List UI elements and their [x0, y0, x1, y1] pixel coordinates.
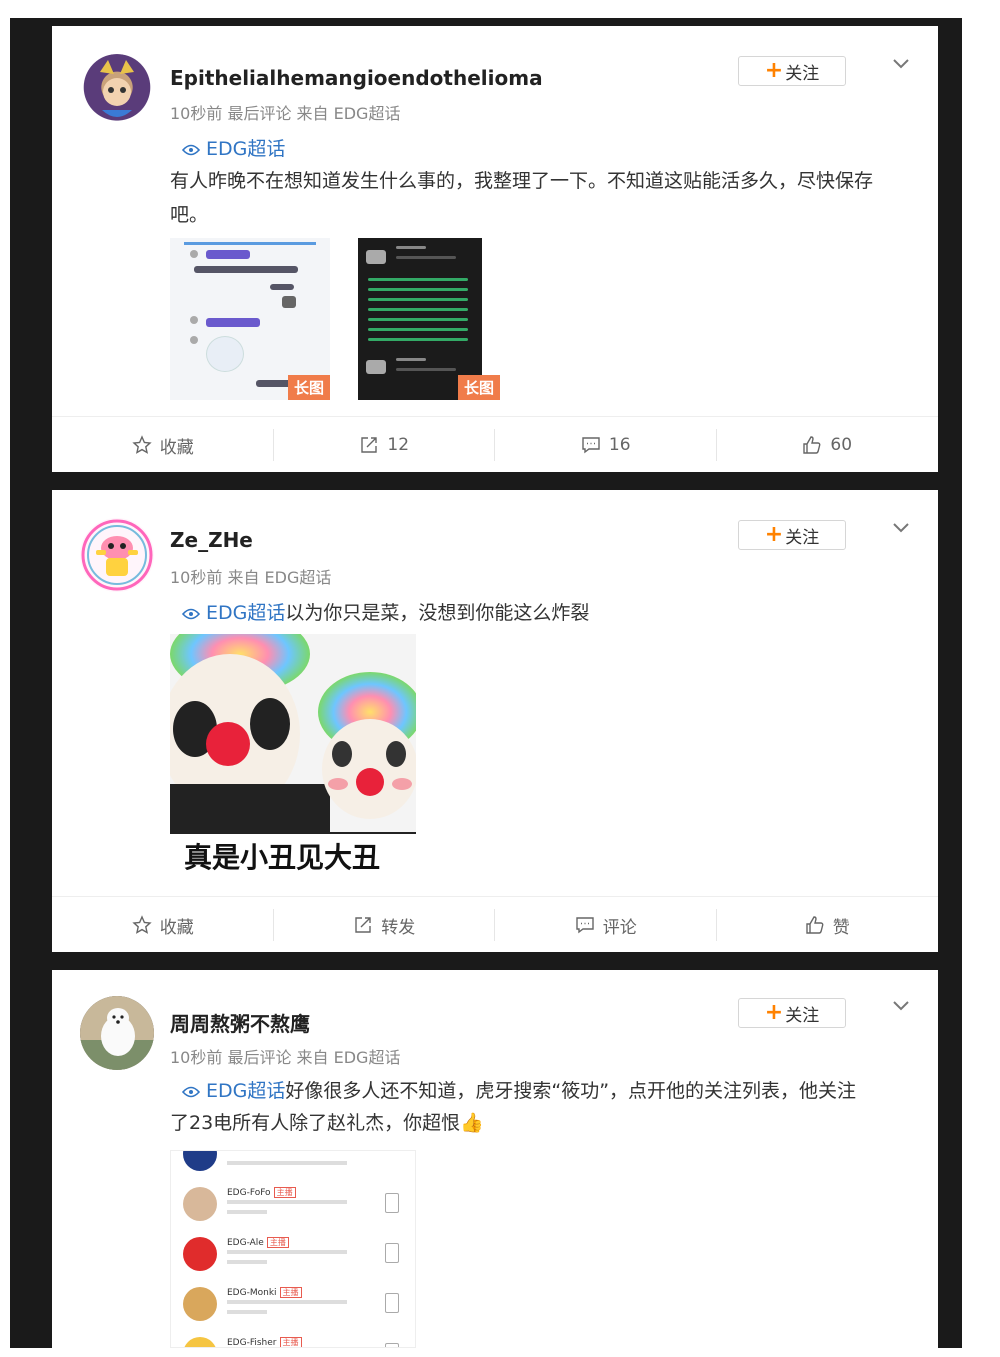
follow-button[interactable]: + 关注 — [738, 998, 846, 1028]
favorite-button[interactable]: 收藏 — [52, 897, 274, 953]
list-subline — [227, 1161, 347, 1165]
list-avatar — [183, 1287, 217, 1321]
like-count: 60 — [830, 435, 853, 455]
topic-link[interactable]: EDG超话 — [206, 1080, 285, 1102]
supertopic-icon — [182, 608, 200, 619]
feed-card-1: Epithelialhemangioendothelioma 10秒前 最后评论… — [52, 26, 938, 472]
chat-icon — [385, 1343, 399, 1347]
supertopic-icon — [182, 144, 200, 155]
username[interactable]: 周周熬粥不熬鹰 — [170, 1008, 310, 1037]
feed-card-2: Ze_ZHe 10秒前 来自 EDG超话 + 关注 EDG超话以为你只是菜，没想… — [52, 490, 938, 952]
list-item — [171, 1151, 415, 1180]
post-text: 有人昨晚不在想知道发生什么事的，我整理了一下。不知道这贴能活多久，尽快保存吧。 — [170, 170, 874, 226]
follow-button[interactable]: + 关注 — [738, 520, 846, 550]
list-name: EDG-Monki 主播 — [227, 1287, 302, 1298]
repost-button[interactable]: 转发 — [274, 897, 496, 953]
list-name: EDG-Fisher 主播 — [227, 1337, 302, 1347]
list-avatar — [183, 1337, 217, 1347]
topic-link[interactable]: EDG超话 — [206, 602, 285, 624]
long-image-tag: 长图 — [457, 375, 500, 400]
avatar-image — [80, 996, 154, 1070]
feed-card-3: 周周熬粥不熬鹰 10秒前 最后评论 来自 EDG超话 + 关注 EDG超话好像很… — [52, 970, 938, 1348]
repost-label: 转发 — [381, 917, 416, 938]
meme-caption: 真是小丑见大丑 — [170, 832, 416, 880]
topic-line: EDG超话 — [182, 134, 285, 161]
list-item: EDG-FoFo 主播 — [171, 1179, 415, 1230]
like-button[interactable]: 赞 — [717, 897, 939, 953]
avatar-image — [100, 60, 134, 117]
screenshot-image[interactable]: EDG-FoFo 主播 EDG-Ale 主播 EDG-Monki 主播 EDG-Fis… — [170, 1150, 416, 1348]
long-image-thumb-2[interactable]: 长图 — [340, 238, 500, 400]
thumbs-up-icon — [806, 916, 824, 934]
plus-icon: + — [764, 522, 784, 547]
repost-count: 12 — [387, 435, 410, 455]
comment-count: 16 — [608, 435, 631, 455]
chat-icon — [385, 1243, 399, 1263]
list-item: EDG-Fisher 主播 — [171, 1329, 415, 1347]
post-text-line1: 好像很多人还不知道，虎牙搜索“筱功”，点开他的关注列表，他关注 — [285, 1080, 857, 1102]
list-subline — [227, 1260, 267, 1264]
comment-icon — [576, 917, 594, 934]
comment-button[interactable]: 16 — [495, 417, 717, 473]
long-image-tag: 长图 — [287, 375, 330, 400]
chat-icon — [385, 1193, 399, 1213]
avatar[interactable] — [80, 996, 154, 1070]
repost-button[interactable]: 12 — [274, 417, 496, 473]
post-text-line2: 了23电所有人除了赵礼杰，你超恨👍 — [170, 1112, 484, 1134]
list-subline — [227, 1310, 267, 1314]
list-subline — [227, 1200, 347, 1204]
favorite-button[interactable]: 收藏 — [52, 417, 274, 473]
follow-label: 关注 — [785, 1005, 820, 1026]
username[interactable]: Epithelialhemangioendothelioma — [170, 66, 543, 90]
like-label: 赞 — [832, 917, 850, 938]
chat-icon — [385, 1293, 399, 1313]
topic-line: EDG超话以为你只是菜，没想到你能这么炸裂 — [182, 598, 589, 625]
repost-icon — [355, 917, 371, 933]
plus-icon: + — [764, 1000, 784, 1025]
list-item: EDG-Monki 主播 — [171, 1279, 415, 1330]
list-subline — [227, 1300, 347, 1304]
list-name: EDG-Ale 主播 — [227, 1237, 289, 1248]
list-item: EDG-Ale 主播 — [171, 1229, 415, 1280]
post-text: 以为你只是菜，没想到你能这么炸裂 — [285, 602, 590, 624]
chevron-down-icon[interactable] — [890, 994, 912, 1016]
plus-icon: + — [764, 58, 784, 83]
list-subline — [227, 1250, 347, 1254]
comment-label: 评论 — [602, 917, 637, 938]
action-bar: 收藏 转发 评论 赞 — [52, 896, 938, 953]
avatar[interactable] — [80, 518, 154, 592]
like-button[interactable]: 60 — [717, 417, 939, 473]
meme-image[interactable]: 真是小丑见大丑 — [170, 634, 416, 880]
post-meta: 10秒前 最后评论 来自 EDG超话 — [170, 1048, 401, 1067]
topic-line: EDG超话好像很多人还不知道，虎牙搜索“筱功”，点开他的关注列表，他关注 — [182, 1076, 856, 1103]
username[interactable]: Ze_ZHe — [170, 528, 253, 552]
list-name: EDG-FoFo 主播 — [227, 1187, 296, 1198]
post-meta: 10秒前 来自 EDG超话 — [170, 568, 332, 587]
post-meta: 10秒前 最后评论 来自 EDG超话 — [170, 104, 401, 123]
thumbs-up-icon — [803, 436, 821, 454]
list-subline — [227, 1210, 267, 1214]
star-icon — [132, 915, 152, 934]
list-avatar — [183, 1187, 217, 1221]
favorite-label: 收藏 — [159, 437, 194, 458]
repost-icon — [361, 437, 378, 453]
list-avatar — [183, 1237, 217, 1271]
topic-link[interactable]: EDG超话 — [206, 138, 285, 160]
comment-button[interactable]: 评论 — [495, 897, 717, 953]
avatar[interactable] — [80, 54, 154, 128]
chevron-down-icon[interactable] — [890, 52, 912, 74]
star-icon — [132, 435, 152, 454]
list-avatar — [183, 1151, 217, 1171]
follow-label: 关注 — [785, 63, 820, 84]
favorite-label: 收藏 — [159, 917, 194, 938]
comment-icon — [582, 437, 600, 454]
supertopic-icon — [182, 1086, 200, 1097]
avatar-image — [81, 519, 153, 591]
follow-button[interactable]: + 关注 — [738, 56, 846, 86]
meme-picture — [170, 634, 416, 832]
chevron-down-icon[interactable] — [890, 516, 912, 538]
action-bar: 收藏 12 16 60 — [52, 416, 938, 473]
follow-label: 关注 — [785, 527, 820, 548]
long-image-thumb-1[interactable]: 长图 — [170, 238, 330, 400]
